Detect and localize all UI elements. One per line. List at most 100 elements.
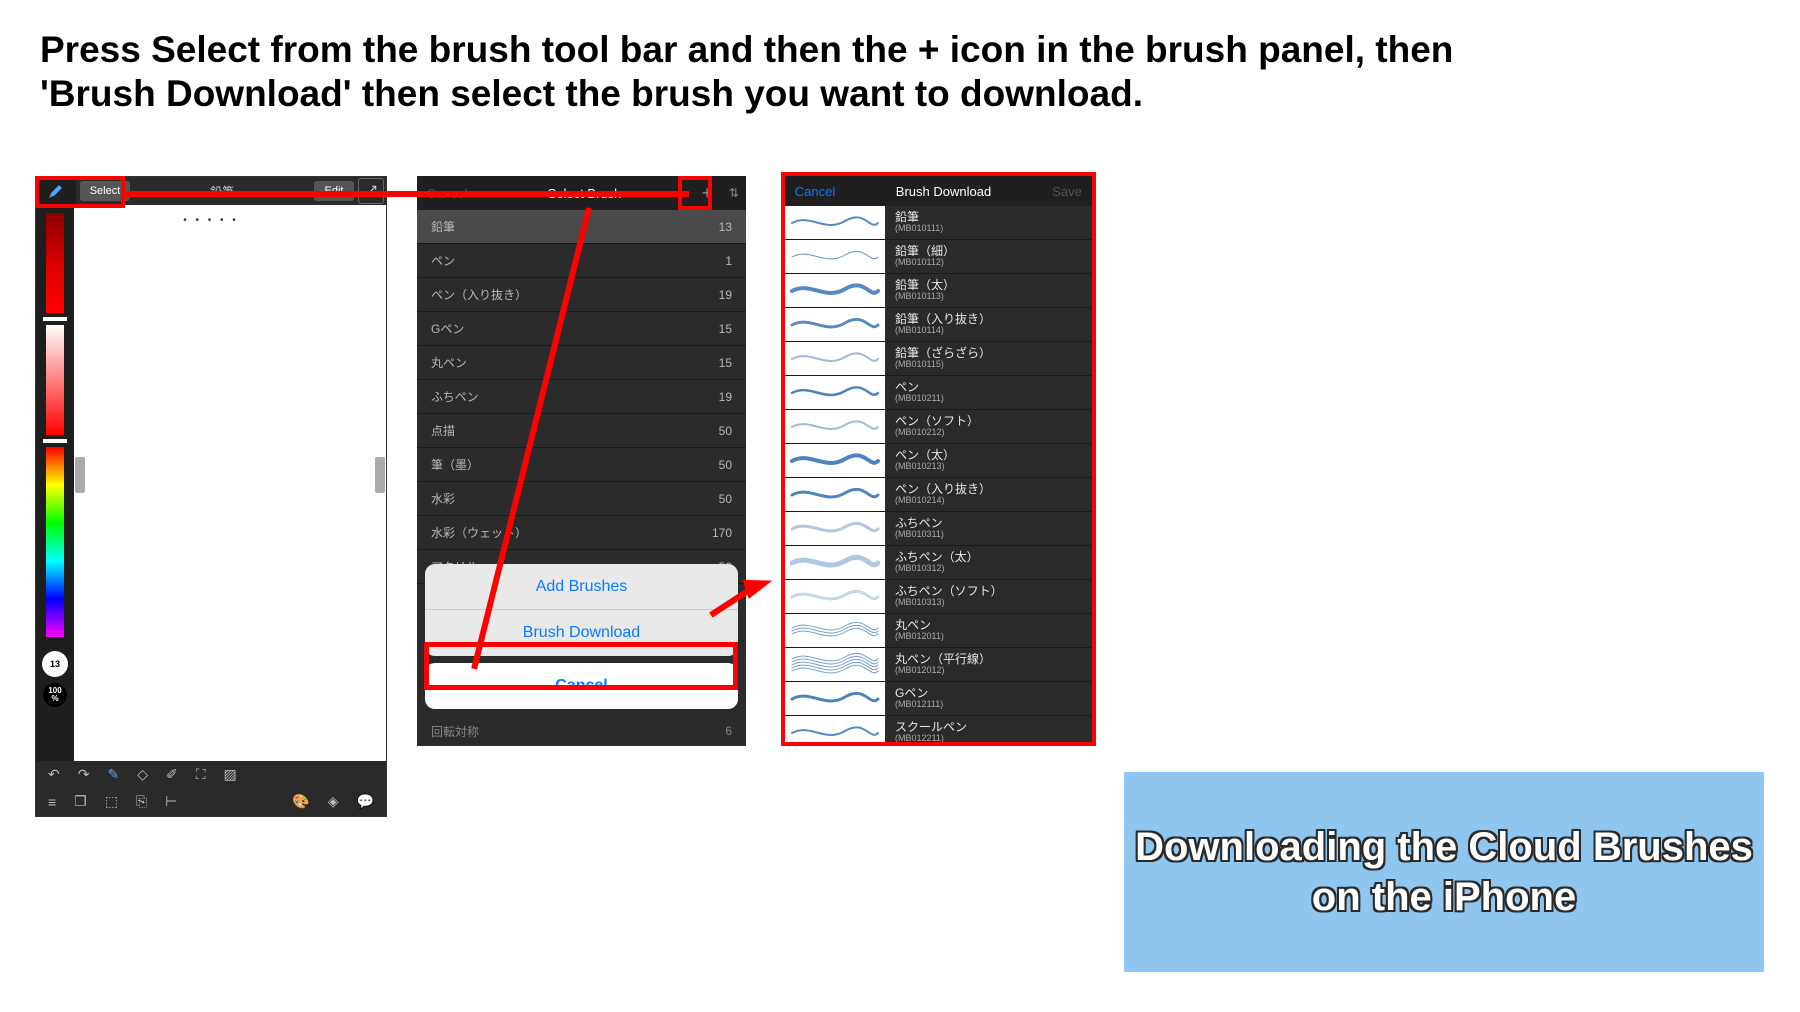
sheet-cancel-button[interactable]: Cancel (425, 663, 738, 709)
category-count: 15 (719, 322, 732, 336)
redo-icon[interactable]: ↷ (78, 766, 90, 783)
brush-id: (MB012011) (895, 632, 1092, 642)
sort-icon[interactable]: ⇅ (722, 186, 746, 200)
brush-stroke-thumbnail (785, 580, 885, 613)
download-brush-row[interactable]: Gペン(MB012111) (785, 682, 1092, 716)
brush-info: ペン(MB010211) (885, 381, 1092, 404)
save-button[interactable]: Save (1042, 184, 1092, 199)
menu-icon[interactable]: ≡ (48, 794, 56, 810)
brush-category-row[interactable]: ペン（入り抜き）19 (417, 278, 746, 312)
highlight-connector-top (126, 191, 689, 197)
brush-category-row[interactable]: 点描50 (417, 414, 746, 448)
download-brush-row[interactable]: 鉛筆（細）(MB010112) (785, 240, 1092, 274)
brush-info: 鉛筆（細）(MB010112) (885, 245, 1092, 268)
brush-id: (MB010115) (895, 360, 1092, 370)
drag-handle-left[interactable] (75, 457, 85, 493)
download-brush-row[interactable]: 鉛筆（ざらざら）(MB010115) (785, 342, 1092, 376)
brush-info: 丸ペン(MB012011) (885, 619, 1092, 642)
brush-id: (MB010112) (895, 258, 1092, 268)
brush-id: (MB010213) (895, 462, 1092, 472)
brush-info: ペン（太）(MB010213) (885, 449, 1092, 472)
plus-icon[interactable]: + (692, 183, 722, 204)
brush-info: スクールペン(MB012211) (885, 721, 1092, 742)
copy-icon[interactable]: ❐ (74, 793, 87, 810)
download-brush-row[interactable]: 鉛筆（太）(MB010113) (785, 274, 1092, 308)
ruler-icon[interactable]: ⊢ (165, 793, 177, 810)
undo-icon[interactable]: ↶ (48, 766, 60, 783)
select-button[interactable]: Select (80, 181, 130, 201)
brush-tool-icon[interactable]: ✎ (107, 766, 119, 783)
brush-id: (MB010114) (895, 326, 1092, 336)
category-count: 50 (719, 424, 732, 438)
download-brush-list: 鉛筆(MB010111) 鉛筆（細）(MB010112) 鉛筆（太）(MB01011… (785, 206, 1092, 742)
brush-stroke-thumbnail (785, 716, 885, 742)
download-brush-row[interactable]: ペン（入り抜き）(MB010214) (785, 478, 1092, 512)
download-brush-row[interactable]: ふちペン（ソフト）(MB010313) (785, 580, 1092, 614)
drag-handle-right[interactable] (375, 457, 385, 493)
add-brushes-button[interactable]: Add Brushes (425, 564, 738, 610)
palette-icon[interactable]: 🎨 (292, 793, 309, 810)
brush-stroke-thumbnail (785, 648, 885, 681)
layers-icon[interactable]: ◈ (328, 793, 339, 810)
brush-stroke-thumbnail (785, 376, 885, 409)
download-brush-row[interactable]: ふちペン（太）(MB010312) (785, 546, 1092, 580)
brush-size-indicator[interactable]: 13 (42, 651, 68, 677)
bucket-icon[interactable]: ⛶ (196, 766, 206, 783)
category-name: 鉛筆 (431, 218, 455, 235)
brush-category-row[interactable]: 筆（墨） 50 (417, 448, 746, 482)
download-brush-row[interactable]: 鉛筆(MB010111) (785, 206, 1092, 240)
category-count: 13 (719, 220, 732, 234)
brush-stroke-thumbnail (785, 614, 885, 647)
category-name: ペン (431, 252, 455, 269)
brush-category-row[interactable]: ふちペン 19 (417, 380, 746, 414)
download-brush-row[interactable]: ふちペン(MB010311) (785, 512, 1092, 546)
instruction-heading: Press Select from the brush tool bar and… (40, 28, 1570, 117)
download-brush-row[interactable]: スクールペン(MB012211) (785, 716, 1092, 742)
brush-id: (MB012012) (895, 666, 1092, 676)
category-name: ペン（入り抜き） (431, 286, 527, 303)
category-name: ふちペン (431, 388, 479, 405)
brush-download-button[interactable]: Brush Download (425, 610, 738, 656)
brush-id: (MB012211) (895, 734, 1092, 742)
select-brush-panel: Cancel Select Brush + ⇅ 鉛筆13ペン1ペン（入り抜き）1… (417, 176, 746, 746)
cancel-button[interactable]: Cancel (785, 184, 845, 199)
color-slider-b[interactable] (46, 325, 64, 435)
gradient-icon[interactable]: ▨ (224, 766, 237, 783)
download-brush-row[interactable]: ペン（太）(MB010213) (785, 444, 1092, 478)
brush-stroke-thumbnail (785, 444, 885, 477)
action-sheet: Add Brushes Brush Download Cancel 回転対称 6 (417, 564, 746, 746)
color-slider-a[interactable] (46, 213, 64, 313)
eyedropper-icon[interactable]: ✐ (166, 766, 178, 783)
brush-category-row[interactable]: 水彩50 (417, 482, 746, 516)
brush-category-row[interactable]: 水彩（ウェット）170 (417, 516, 746, 550)
brush-category-row[interactable]: Gペン15 (417, 312, 746, 346)
brush-id: (MB010113) (895, 292, 1092, 302)
toolbar-row-1: ↶ ↷ ✎ ◇ ✐ ⛶ ▨ (36, 761, 386, 788)
category-name: 筆（墨） (431, 456, 479, 473)
brush-icon[interactable] (36, 177, 76, 205)
category-count: 50 (719, 458, 732, 472)
brush-info: 丸ペン（平行線）(MB012012) (885, 653, 1092, 676)
transform-icon[interactable]: ⎘ (136, 793, 147, 810)
category-count: 15 (719, 356, 732, 370)
category-count: 19 (719, 390, 732, 404)
brush-stroke-thumbnail (785, 342, 885, 375)
brush-stroke-thumbnail (785, 308, 885, 341)
opacity-indicator[interactable]: 100% (43, 683, 67, 707)
download-brush-row[interactable]: 丸ペン(MB012011) (785, 614, 1092, 648)
download-brush-row[interactable]: ペン（ソフト）(MB010212) (785, 410, 1092, 444)
brush-stroke-thumbnail (785, 682, 885, 715)
brush-info: 鉛筆（入り抜き）(MB010114) (885, 313, 1092, 336)
brush-stroke-thumbnail (785, 274, 885, 307)
download-brush-row[interactable]: 丸ペン（平行線）(MB012012) (785, 648, 1092, 682)
brush-id: (MB010111) (895, 224, 1092, 234)
download-brush-row[interactable]: 鉛筆（入り抜き）(MB010114) (785, 308, 1092, 342)
brush-id: (MB010311) (895, 530, 1092, 540)
download-brush-row[interactable]: ペン(MB010211) (785, 376, 1092, 410)
canvas[interactable] (74, 205, 386, 761)
eraser-icon[interactable]: ◇ (137, 766, 148, 783)
brush-category-row[interactable]: 丸ペン15 (417, 346, 746, 380)
hue-slider[interactable] (46, 447, 64, 637)
chat-icon[interactable]: 💬 (357, 793, 374, 810)
selection-icon[interactable]: ⬚ (105, 793, 118, 810)
